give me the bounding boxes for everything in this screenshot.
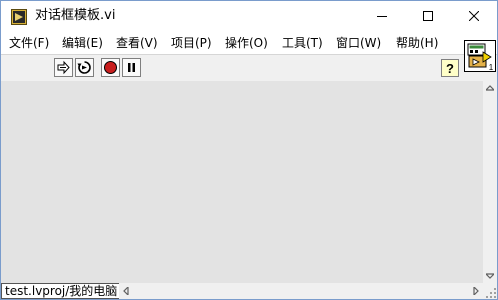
abort-stop-icon [104,61,117,74]
context-help-button[interactable]: ? [441,59,459,77]
close-button[interactable] [451,1,497,32]
maximize-icon [423,11,433,21]
menu-project[interactable]: 项目(P) [171,35,212,51]
pause-icon [128,63,135,72]
minimize-button[interactable] [359,1,405,32]
window-title: 对话框模板.vi [35,8,116,23]
run-button[interactable] [54,58,73,77]
status-bar: test.lvproj/我的电脑 [1,283,497,299]
menu-edit[interactable]: 编辑(E) [62,35,103,51]
pause-button[interactable] [122,58,141,77]
vi-template-icon: 1 [467,43,494,72]
scroll-left-arrow-icon[interactable] [123,287,129,295]
front-panel-canvas[interactable] [1,81,483,283]
resize-grip-icon[interactable] [485,287,497,299]
menu-operate[interactable]: 操作(O) [225,35,268,51]
maximize-button[interactable] [405,1,451,32]
menu-tools[interactable]: 工具(T) [282,35,323,51]
toolbar: ? [1,54,497,82]
menu-bar: 文件(F) 编辑(E) 查看(V) 项目(P) 操作(O) 工具(T) 窗口(W… [1,32,497,54]
menu-window[interactable]: 窗口(W) [336,35,381,51]
run-continuously-icon [77,61,91,74]
menu-help[interactable]: 帮助(H) [396,35,438,51]
vertical-scrollbar[interactable] [483,81,497,283]
run-arrow-icon [57,60,70,75]
minimize-icon [377,16,387,17]
run-continuously-button[interactable] [75,58,94,77]
abort-button[interactable] [101,58,120,77]
scroll-up-arrow-icon[interactable] [486,85,494,91]
scroll-down-arrow-icon[interactable] [486,273,494,279]
scroll-right-arrow-icon[interactable] [473,287,479,295]
project-context-label: test.lvproj/我的电脑 [1,283,122,299]
title-bar[interactable]: 对话框模板.vi [1,1,497,32]
vi-window: 对话框模板.vi 文件(F) 编辑(E) 查看(V) 项目(P) 操作(O) 工… [0,0,498,300]
svg-text:1: 1 [489,63,494,71]
vi-icon-pane[interactable]: 1 [464,40,496,72]
menu-file[interactable]: 文件(F) [9,35,49,51]
labview-vi-icon [11,9,27,25]
svg-text:?: ? [446,61,454,75]
close-icon [469,11,479,21]
horizontal-scrollbar[interactable] [119,283,497,299]
menu-view[interactable]: 查看(V) [116,35,158,51]
help-question-icon: ? [446,61,454,75]
